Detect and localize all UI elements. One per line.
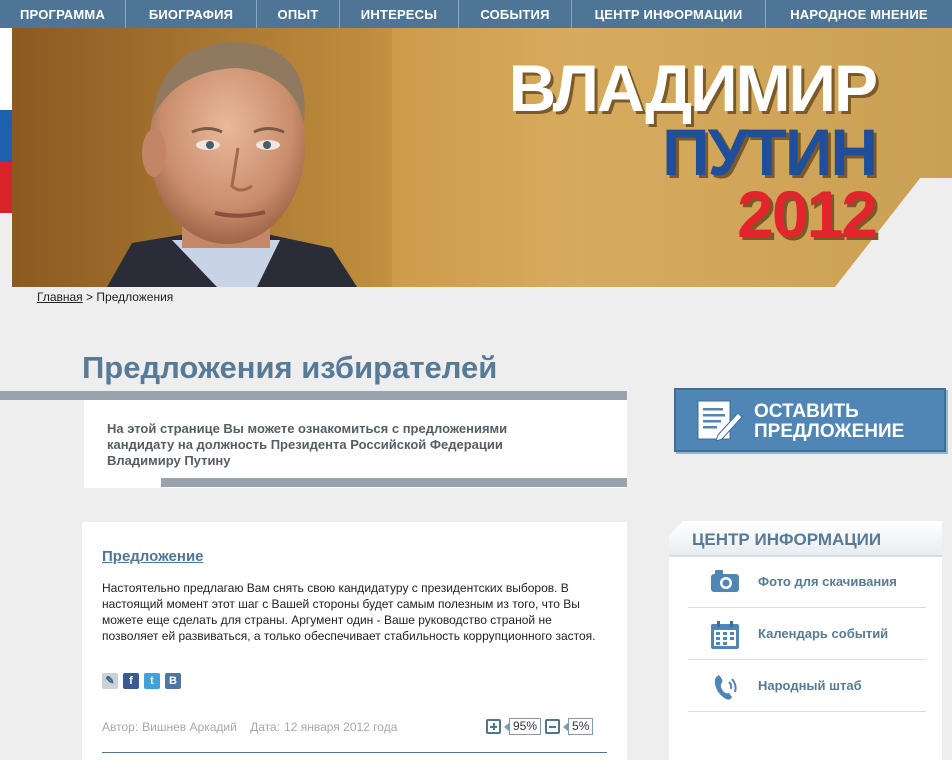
banner-year: 2012 bbox=[737, 177, 878, 251]
top-navigation: ПРОГРАММА БИОГРАФИЯ ОПЫТ ИНТЕРЕСЫ СОБЫТИ… bbox=[0, 0, 952, 28]
vote-for-percent: 95% bbox=[503, 718, 542, 735]
cta-line-1: ОСТАВИТЬ bbox=[754, 401, 859, 422]
document-pen-icon bbox=[697, 400, 743, 442]
camera-icon bbox=[711, 570, 739, 592]
livejournal-icon[interactable]: ✎ bbox=[102, 673, 118, 689]
proposal-title-link[interactable]: Предложение bbox=[102, 548, 204, 565]
author-name: Вишнев Аркадий bbox=[142, 720, 237, 734]
nav-item-experience[interactable]: ОПЫТ bbox=[257, 0, 340, 28]
info-item-label: Народный штаб bbox=[758, 678, 862, 693]
divider bbox=[161, 478, 627, 487]
vote-against-button[interactable] bbox=[545, 719, 561, 734]
twitter-icon[interactable]: t bbox=[144, 673, 160, 689]
cta-line-2: ПРЕДЛОЖЕНИЕ bbox=[754, 421, 905, 442]
breadcrumb-home-link[interactable]: Главная bbox=[37, 290, 83, 304]
nav-item-public-opinion[interactable]: НАРОДНОЕ МНЕНИЕ bbox=[766, 0, 952, 28]
proposal-meta: Автор: Вишнев Аркадий Дата: 12 января 2012… bbox=[102, 720, 397, 734]
author-label: Автор: bbox=[102, 720, 139, 734]
nav-item-biography[interactable]: БИОГРАФИЯ bbox=[126, 0, 257, 28]
date-label: Дата: bbox=[250, 720, 281, 734]
proposal-card: Предложение Настоятельно предлагаю Вам с… bbox=[82, 522, 627, 760]
nav-item-events[interactable]: СОБЫТИЯ bbox=[459, 0, 572, 28]
candidate-portrait bbox=[12, 28, 392, 287]
info-item-photos[interactable]: Фото для скачивания bbox=[688, 557, 926, 608]
breadcrumb-current: Предложения bbox=[96, 290, 174, 304]
info-item-headquarters[interactable]: Народный штаб bbox=[688, 661, 926, 712]
nav-item-program[interactable]: ПРОГРАММА bbox=[0, 0, 126, 28]
divider bbox=[102, 752, 607, 753]
russian-flag-strip bbox=[0, 28, 12, 213]
share-buttons: ✎ f t B bbox=[102, 673, 181, 689]
vkontakte-icon[interactable]: B bbox=[165, 673, 181, 689]
info-item-label: Календарь событий bbox=[758, 626, 889, 641]
proposal-body: Настоятельно предлагаю Вам снять свою ка… bbox=[102, 581, 596, 643]
page-title: Предложения избирателей bbox=[82, 350, 498, 385]
breadcrumb-separator: > bbox=[86, 290, 94, 304]
calendar-icon bbox=[711, 621, 739, 649]
header-banner: ВЛАДИМИР ПУТИН 2012 bbox=[12, 28, 952, 287]
nav-item-interests[interactable]: ИНТЕРЕСЫ bbox=[340, 0, 459, 28]
proposal-date: 12 января 2012 года bbox=[284, 720, 398, 734]
nav-item-info-center[interactable]: ЦЕНТР ИНФОРМАЦИИ bbox=[572, 0, 766, 28]
intro-box: На этой странице Вы можете ознакомиться … bbox=[84, 400, 627, 488]
info-center-panel: ЦЕНТР ИНФОРМАЦИИ Фото для скачивания Кал… bbox=[669, 521, 942, 760]
intro-text: На этой странице Вы можете ознакомиться … bbox=[107, 421, 508, 468]
info-center-header: ЦЕНТР ИНФОРМАЦИИ bbox=[669, 521, 942, 557]
divider bbox=[0, 391, 627, 400]
info-item-label: Фото для скачивания bbox=[758, 574, 897, 589]
phone-icon bbox=[714, 675, 737, 700]
breadcrumb: Главная > Предложения bbox=[37, 290, 173, 304]
info-item-calendar[interactable]: Календарь событий bbox=[688, 609, 926, 660]
info-center-title: ЦЕНТР ИНФОРМАЦИИ bbox=[692, 530, 882, 549]
vote-against-percent: 5% bbox=[562, 718, 594, 735]
facebook-icon[interactable]: f bbox=[123, 673, 139, 689]
vote-controls: 95% 5% bbox=[486, 718, 594, 735]
vote-for-button[interactable] bbox=[486, 719, 501, 734]
leave-proposal-button[interactable]: ОСТАВИТЬ ПРЕДЛОЖЕНИЕ bbox=[674, 388, 946, 452]
